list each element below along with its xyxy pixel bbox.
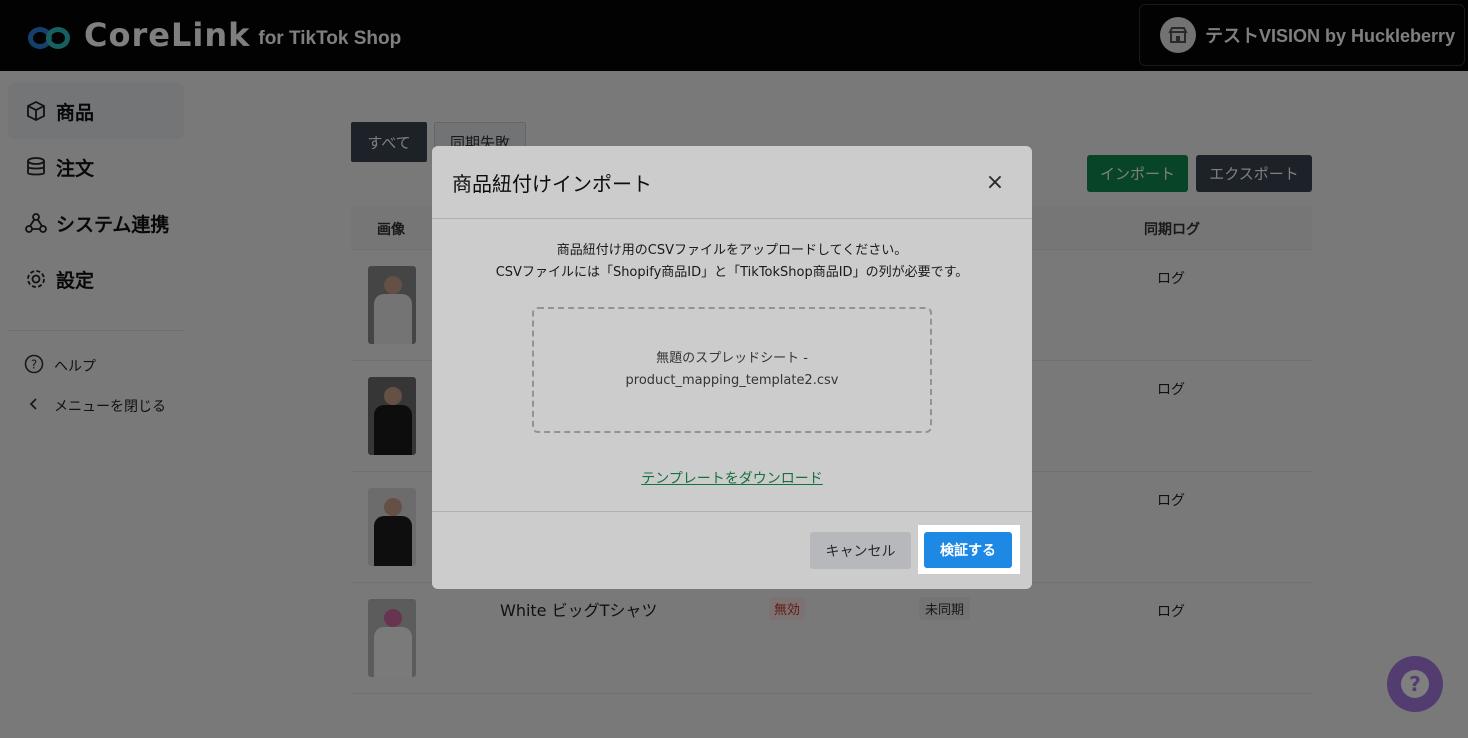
description-line: 商品紐付け用のCSVファイルをアップロードしてください。 [556, 243, 908, 258]
modal-divider [432, 218, 1032, 219]
download-template-link[interactable]: テンプレートをダウンロード [432, 468, 1032, 488]
selected-file-name: 無題のスプレッドシート - [656, 351, 808, 366]
modal-title: 商品紐付けインポート [452, 172, 652, 196]
modal-divider [432, 511, 1032, 512]
cancel-button[interactable]: キャンセル [810, 532, 911, 569]
verify-button-highlight: 検証する [918, 525, 1020, 574]
description-line: CSVファイルには「Shopify商品ID」と「TikTokShop商品ID」の… [495, 265, 969, 280]
modal-description: 商品紐付け用のCSVファイルをアップロードしてください。 CSVファイルには「S… [432, 240, 1032, 284]
close-icon[interactable]: × [984, 172, 1006, 194]
verify-button[interactable]: 検証する [924, 532, 1012, 568]
selected-file-name: product_mapping_template2.csv [625, 373, 839, 388]
csv-dropzone[interactable]: 無題のスプレッドシート - product_mapping_template2.… [532, 307, 932, 433]
import-mapping-modal: 商品紐付けインポート × 商品紐付け用のCSVファイルをアップロードしてください… [432, 146, 1032, 589]
